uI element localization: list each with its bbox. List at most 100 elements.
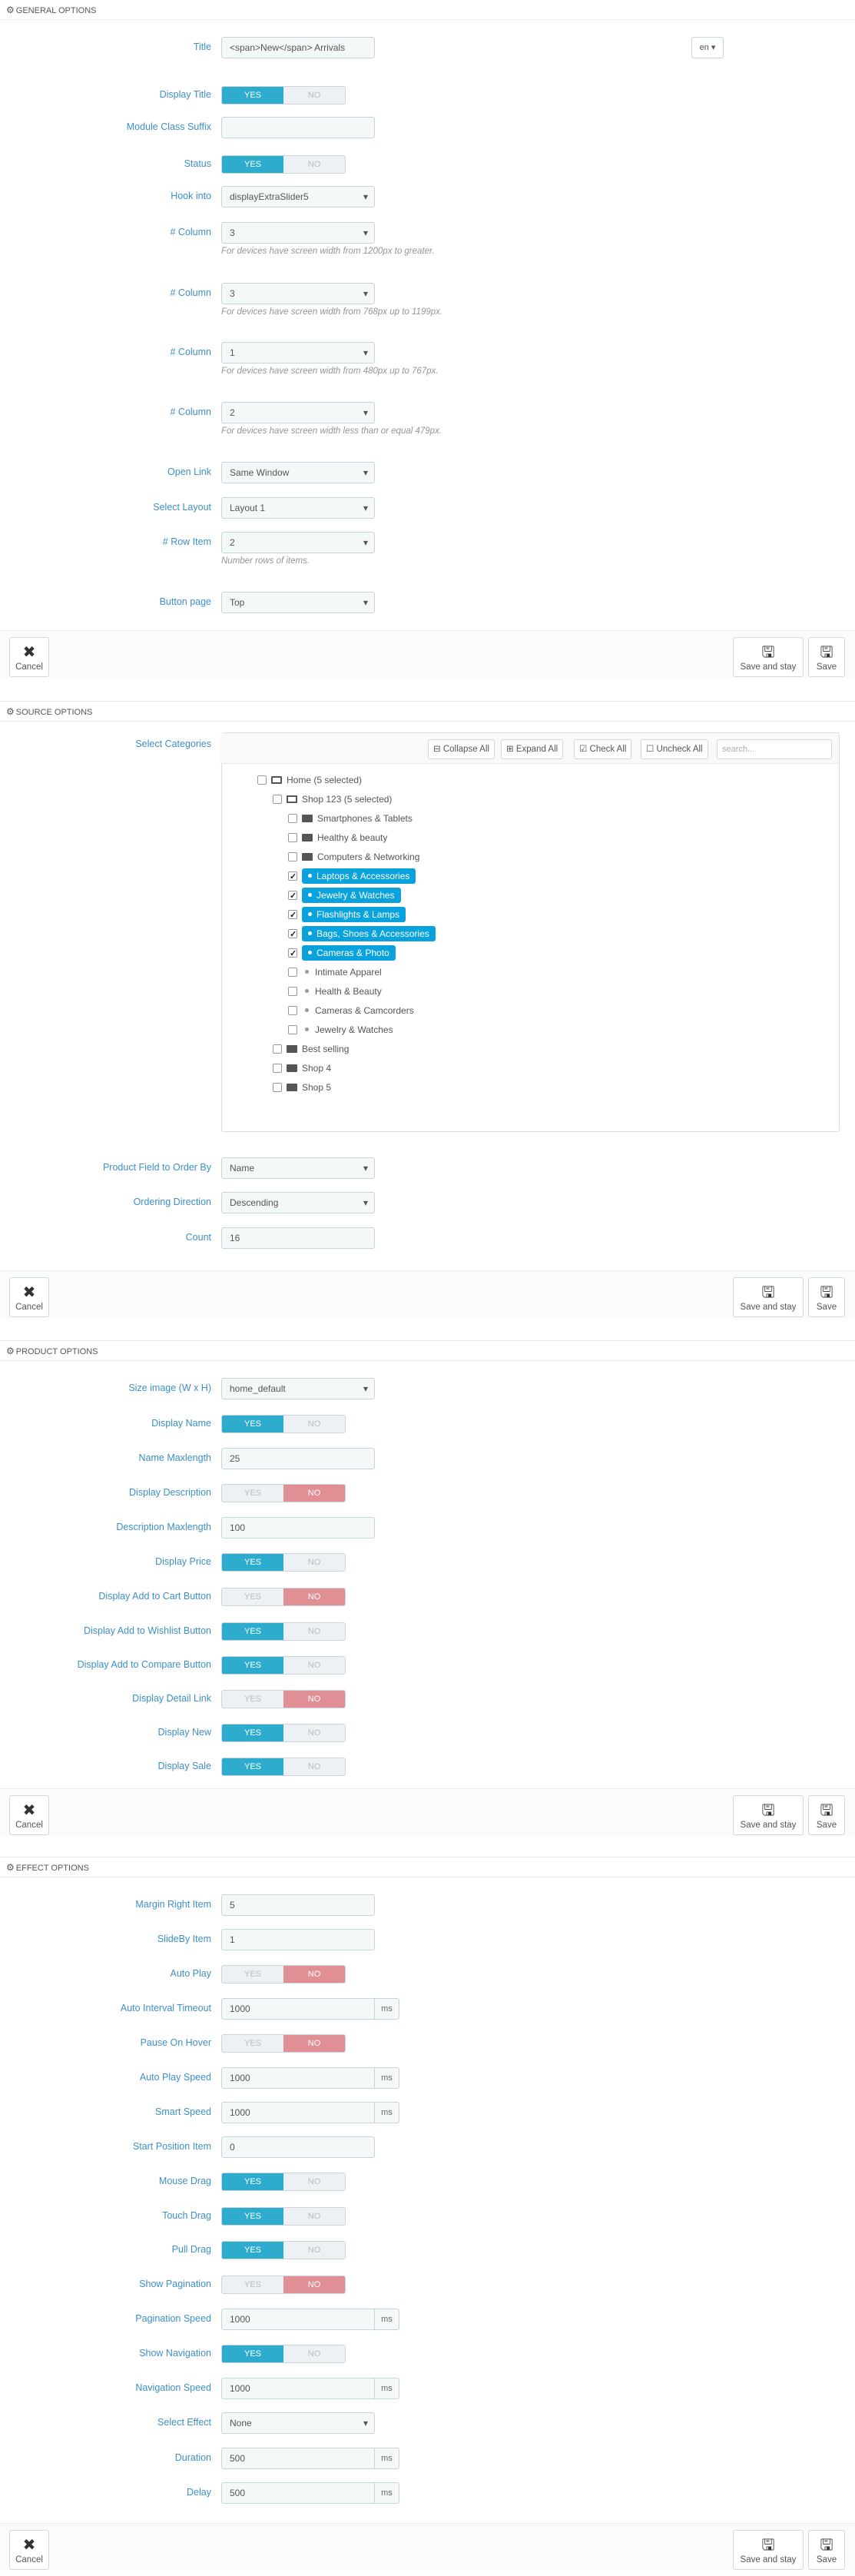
checkbox[interactable] xyxy=(273,1064,282,1073)
tree-node-category-selected[interactable]: Bags, Shoes & Accessories xyxy=(288,925,436,943)
display-sale-switch[interactable]: YES NO xyxy=(221,1758,346,1776)
cancel-button[interactable]: ✖ Cancel xyxy=(9,1277,49,1317)
pagination-speed-input[interactable]: 1000 xyxy=(221,2309,375,2330)
checkbox-checked[interactable] xyxy=(288,868,297,885)
name-maxlength-input[interactable]: 25 xyxy=(221,1448,375,1469)
tree-node-category-selected[interactable]: Laptops & Accessories xyxy=(288,868,416,885)
touch-drag-switch[interactable]: YES NO xyxy=(221,2207,346,2226)
delay-input[interactable]: 500 xyxy=(221,2482,375,2504)
wishlist-switch[interactable]: YES NO xyxy=(221,1622,346,1641)
direction-row: Ordering Direction Descending xyxy=(0,1190,855,1215)
column1-select[interactable]: 3 xyxy=(221,222,375,244)
slideby-input[interactable]: 1 xyxy=(221,1929,375,1950)
collapse-all-button[interactable]: ⊟ Collapse All xyxy=(428,739,495,759)
cancel-button[interactable]: ✖ Cancel xyxy=(9,637,49,677)
checkbox[interactable] xyxy=(288,1025,297,1034)
order-by-select[interactable]: Name xyxy=(221,1157,375,1179)
tree-node-category-selected[interactable]: Jewelry & Watches xyxy=(288,887,401,905)
uncheck-all-button[interactable]: ☐ Uncheck All xyxy=(641,739,708,759)
select-effect-select[interactable]: None xyxy=(221,2412,375,2434)
save-button[interactable]: 🖫 Save xyxy=(808,2530,845,2570)
checkbox[interactable] xyxy=(288,968,297,977)
display-description-switch[interactable]: YES NO xyxy=(221,1484,346,1502)
duration-input[interactable]: 500 xyxy=(221,2448,375,2469)
status-switch[interactable]: YES NO xyxy=(221,155,346,174)
margin-right-input[interactable]: 5 xyxy=(221,1894,375,1916)
checkbox[interactable] xyxy=(288,833,297,842)
checkbox[interactable] xyxy=(288,1006,297,1015)
tree-node-category[interactable]: Health & Beauty xyxy=(288,983,382,1000)
add-to-cart-switch[interactable]: YES NO xyxy=(221,1588,346,1606)
size-image-select[interactable]: home_default xyxy=(221,1378,375,1399)
save-button[interactable]: 🖫 Save xyxy=(808,1277,845,1317)
column2-select[interactable]: 3 xyxy=(221,283,375,304)
display-price-switch[interactable]: YES NO xyxy=(221,1553,346,1572)
checkbox[interactable] xyxy=(273,795,282,804)
pause-hover-switch[interactable]: YES NO xyxy=(221,2034,346,2053)
description-maxlength-input[interactable]: 100 xyxy=(221,1517,375,1539)
save-and-stay-button[interactable]: 🖫 Save and stay xyxy=(733,637,804,677)
pull-drag-switch[interactable]: YES NO xyxy=(221,2241,346,2259)
save-button[interactable]: 🖫 Save xyxy=(808,1795,845,1835)
expand-all-button[interactable]: ⊞ Expand All xyxy=(501,739,564,759)
checkbox-checked[interactable] xyxy=(288,888,297,905)
tree-node-home[interactable]: Home (5 selected) xyxy=(257,772,362,788)
tree-node-shop5[interactable]: Shop 5 xyxy=(273,1079,331,1096)
count-input[interactable]: 16 xyxy=(221,1227,375,1249)
tree-node-category-selected[interactable]: Flashlights & Lamps xyxy=(288,906,406,924)
button-page-select[interactable]: Top xyxy=(221,592,375,613)
tree-search-input[interactable]: search... xyxy=(717,739,832,759)
duration-label: Duration xyxy=(174,2452,211,2463)
tree-node-category[interactable]: Healthy & beauty xyxy=(288,829,387,846)
compare-switch[interactable]: YES NO xyxy=(221,1656,346,1675)
display-title-switch[interactable]: YES NO xyxy=(221,86,346,105)
checkbox-checked[interactable] xyxy=(288,945,297,962)
tree-node-category[interactable]: Cameras & Camcorders xyxy=(288,1002,414,1019)
open-link-select[interactable]: Same Window xyxy=(221,462,375,483)
cancel-button[interactable]: ✖ Cancel xyxy=(9,1795,49,1835)
language-dropdown[interactable]: en ▾ xyxy=(691,37,724,58)
tree-node-category[interactable]: Jewelry & Watches xyxy=(288,1021,393,1038)
checkbox[interactable] xyxy=(288,814,297,823)
column4-select[interactable]: 2 xyxy=(221,402,375,423)
smart-speed-input[interactable]: 1000 xyxy=(221,2102,375,2123)
tree-node-shop4[interactable]: Shop 4 xyxy=(273,1060,331,1077)
autoplay-speed-input[interactable]: 1000 xyxy=(221,2067,375,2089)
checkbox[interactable] xyxy=(288,852,297,861)
autoplay-switch[interactable]: YES NO xyxy=(221,1965,346,1983)
checkbox-checked[interactable] xyxy=(288,926,297,943)
show-navigation-switch[interactable]: YES NO xyxy=(221,2345,346,2363)
show-pagination-switch[interactable]: YES NO xyxy=(221,2276,346,2294)
column3-select[interactable]: 1 xyxy=(221,342,375,363)
tree-node-shop123[interactable]: Shop 123 (5 selected) xyxy=(273,791,392,808)
detail-link-switch[interactable]: YES NO xyxy=(221,1690,346,1708)
tree-node-category-selected[interactable]: Cameras & Photo xyxy=(288,944,396,962)
direction-select[interactable]: Descending xyxy=(221,1192,375,1213)
start-position-input[interactable]: 0 xyxy=(221,2136,375,2158)
interval-input[interactable]: 1000 xyxy=(221,1998,375,2020)
checkbox[interactable] xyxy=(273,1044,282,1054)
checkbox[interactable] xyxy=(288,987,297,996)
cancel-button[interactable]: ✖ Cancel xyxy=(9,2530,49,2570)
tree-node-category[interactable]: Intimate Apparel xyxy=(288,964,382,981)
mouse-drag-switch[interactable]: YES NO xyxy=(221,2173,346,2191)
save-and-stay-button[interactable]: 🖫 Save and stay xyxy=(733,1795,804,1835)
checkbox[interactable] xyxy=(273,1083,282,1092)
row-item-select[interactable]: 2 xyxy=(221,532,375,553)
display-name-switch[interactable]: YES NO xyxy=(221,1415,346,1433)
tree-node-category[interactable]: Smartphones & Tablets xyxy=(288,810,413,827)
tree-node-best-selling[interactable]: Best selling xyxy=(273,1041,349,1057)
layout-select[interactable]: Layout 1 xyxy=(221,497,375,519)
hook-select[interactable]: displayExtraSlider5 xyxy=(221,186,375,207)
checkbox[interactable] xyxy=(257,775,267,785)
display-new-switch[interactable]: YES NO xyxy=(221,1724,346,1742)
checkbox-checked[interactable] xyxy=(288,907,297,924)
module-class-input[interactable] xyxy=(221,117,375,138)
save-and-stay-button[interactable]: 🖫 Save and stay xyxy=(733,1277,804,1317)
title-input[interactable]: <span>New</span> Arrivals xyxy=(221,37,375,58)
save-button[interactable]: 🖫 Save xyxy=(808,637,845,677)
navigation-speed-input[interactable]: 1000 xyxy=(221,2378,375,2399)
save-and-stay-button[interactable]: 🖫 Save and stay xyxy=(733,2530,804,2570)
check-all-button[interactable]: ☑ Check All xyxy=(574,739,632,759)
tree-node-category[interactable]: Computers & Networking xyxy=(288,848,419,865)
